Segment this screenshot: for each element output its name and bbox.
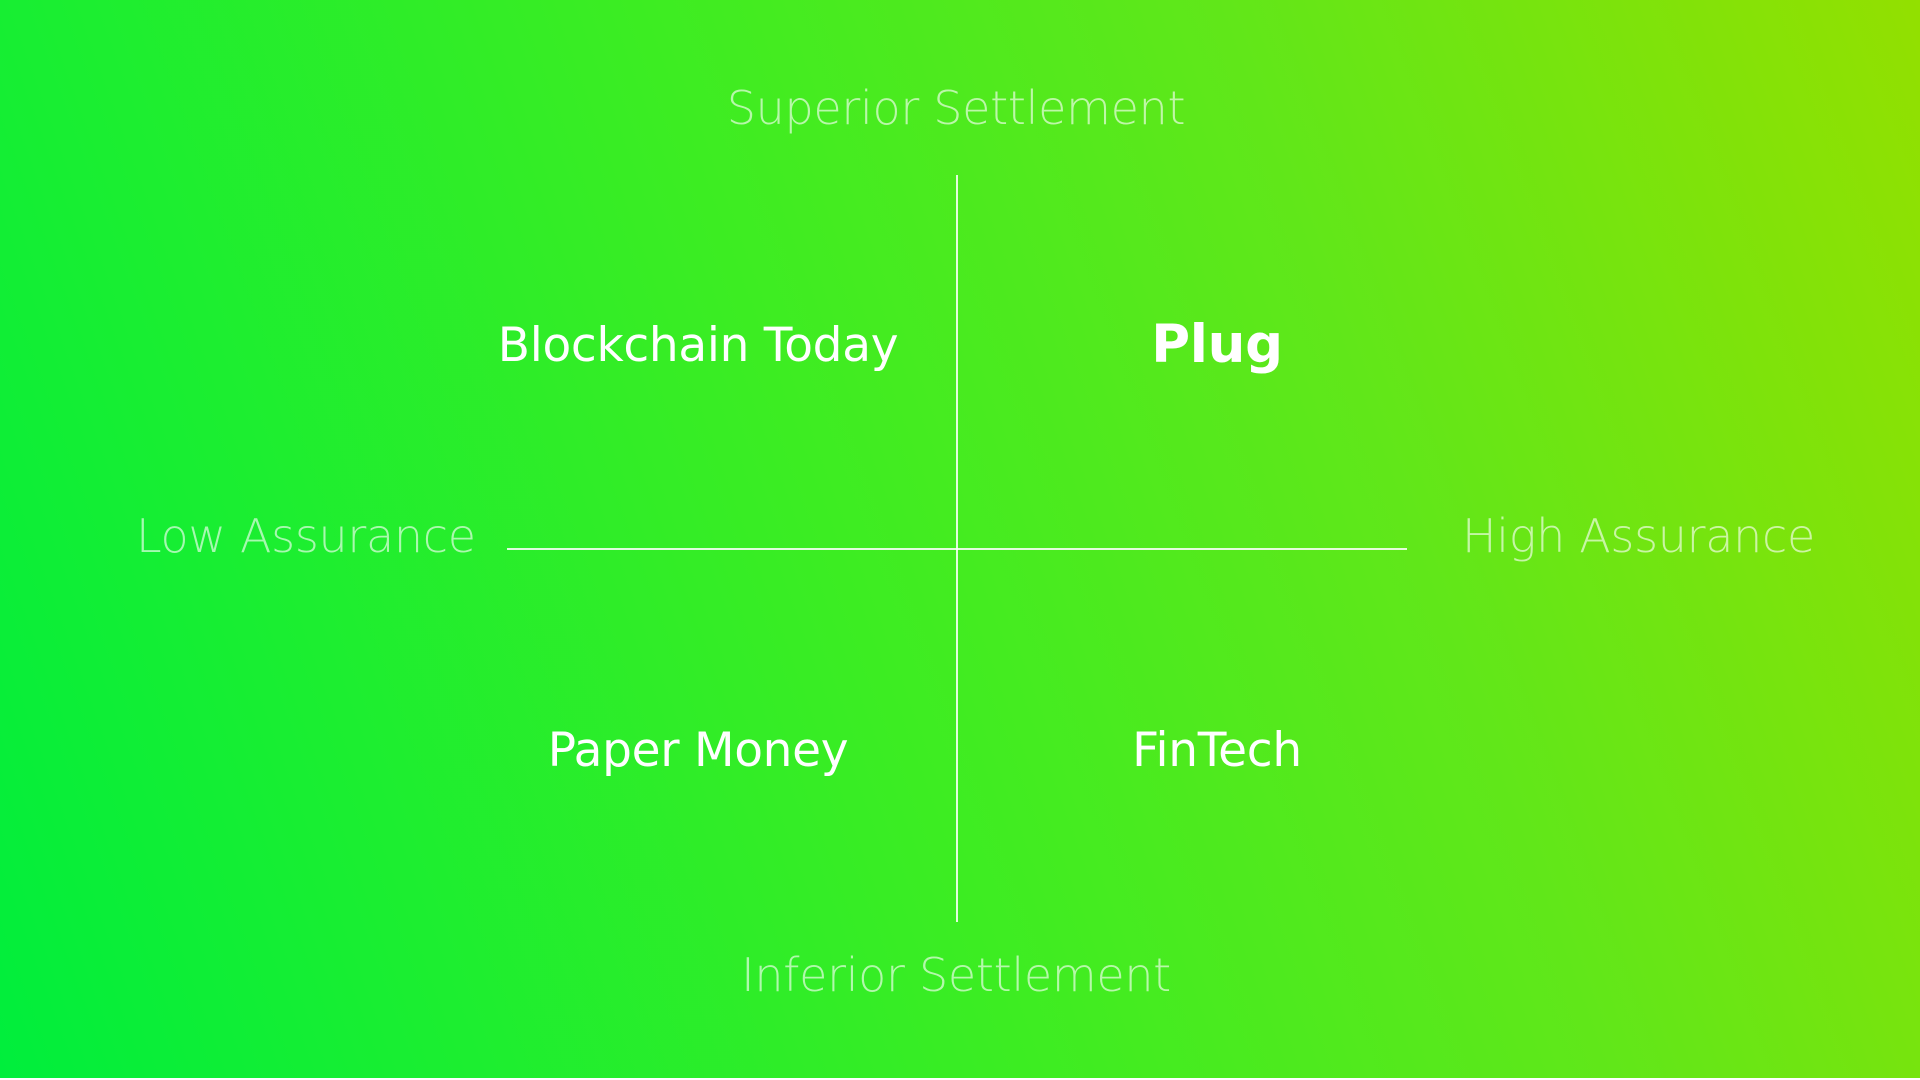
horizontal-axis-line (507, 548, 1407, 550)
axis-label-bottom: Inferior Settlement (741, 948, 1171, 1002)
quadrant-diagram: Superior Settlement Inferior Settlement … (0, 0, 1920, 1080)
axis-label-left: Low Assurance (136, 509, 476, 563)
quadrant-label-bottom-right: FinTech (1132, 723, 1302, 778)
axis-label-right: High Assurance (1462, 509, 1815, 563)
quadrant-label-bottom-left: Paper Money (547, 723, 849, 778)
quadrant-label-top-right: Plug (1151, 314, 1283, 375)
quadrant-label-top-left: Blockchain Today (497, 318, 899, 373)
axis-label-top: Superior Settlement (726, 81, 1186, 135)
